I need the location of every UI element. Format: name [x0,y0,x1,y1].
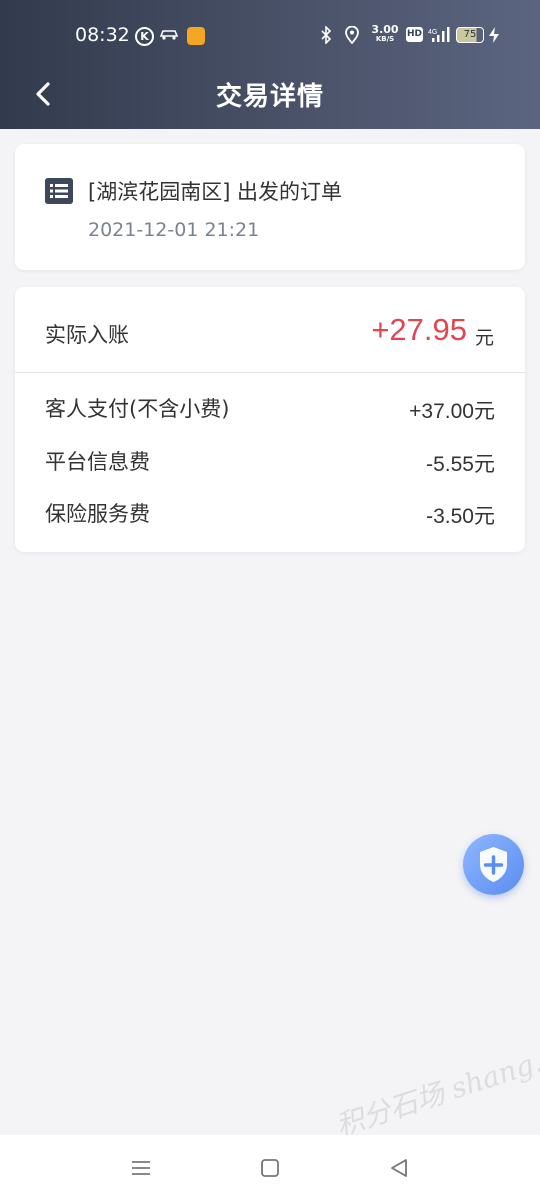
list-icon [45,178,73,204]
bluetooth-icon [321,26,332,44]
customer-payment-label: 客人支付(不含小费) [45,397,230,421]
status-bar: 08:32 K 3.00 KB/S HD 4G 75 [0,0,540,70]
home-square-icon[interactable] [257,1155,283,1181]
shield-plus-icon [480,847,507,882]
order-title: [湖滨花园南区] 出发的订单 [88,180,343,204]
platform-fee-label: 平台信息费 [45,450,150,474]
insurance-fee-label: 保险服务费 [45,502,150,526]
svg-text:4G: 4G [428,29,437,36]
order-datetime: 2021-12-01 21:21 [88,219,260,241]
header-bar: 08:32 K 3.00 KB/S HD 4G 75 交易详情 [0,0,540,129]
safety-shield-button[interactable] [463,834,524,895]
notification-app-icon [187,27,205,45]
net-income-unit: 元 [474,327,494,349]
k-app-icon: K [135,27,154,46]
watermark: 积分石场 shang.org [331,1030,540,1143]
net-income-label: 实际入账 [45,323,129,347]
back-triangle-icon[interactable] [386,1155,412,1181]
signal-icon: 4G [428,27,450,42]
network-speed: 3.00 KB/S [370,24,400,44]
net-income-amount: +27.95 [371,312,467,347]
platform-fee-value: -5.55元 [426,453,495,476]
menu-icon[interactable] [128,1155,154,1181]
location-icon [345,26,359,44]
hd-icon: HD [406,27,423,42]
divider [15,372,525,373]
battery-icon: 75 [456,27,484,43]
insurance-fee-value: -3.50元 [426,505,495,528]
order-card: [湖滨花园南区] 出发的订单 2021-12-01 21:21 [15,144,525,270]
car-icon [159,30,179,40]
speed-unit: KB/S [375,35,395,43]
customer-payment-value: +37.00元 [409,400,495,423]
settlement-card: 实际入账 +27.95 元 客人支付(不含小费) +37.00元 平台信息费 -… [15,287,525,552]
status-time: 08:32 [75,24,130,46]
charging-icon [489,27,499,43]
system-nav-bar [0,1135,540,1200]
page-title: 交易详情 [215,82,324,112]
